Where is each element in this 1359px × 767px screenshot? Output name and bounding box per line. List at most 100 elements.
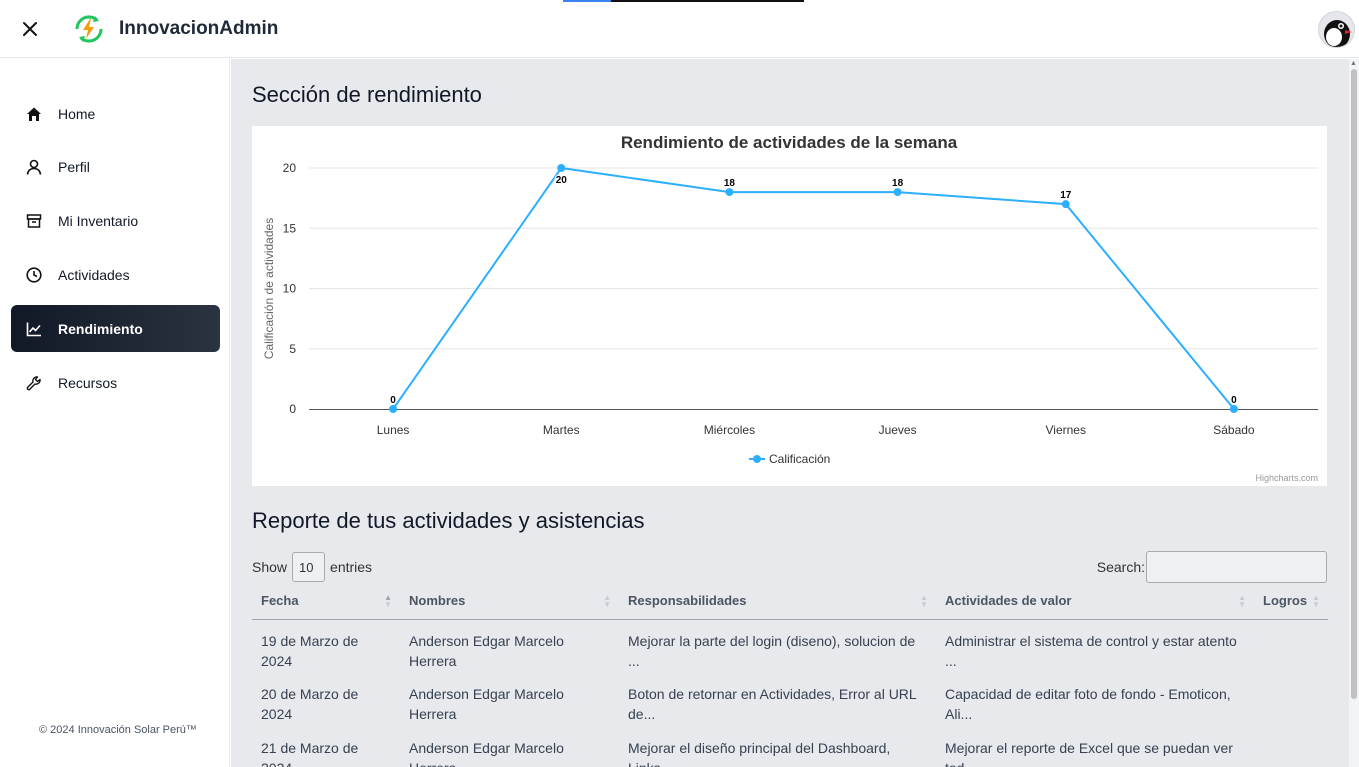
sidebar-item-mi-inventario[interactable]: Mi Inventario xyxy=(11,197,220,244)
data-label: 17 xyxy=(1060,190,1072,201)
performance-chart: Rendimiento de actividades de la semana 0… xyxy=(252,126,1327,486)
chart-legend: Calificación xyxy=(749,452,830,466)
cell-fecha: 21 de Marzo de 2024 xyxy=(261,740,359,767)
y-tick-label: 10 xyxy=(283,282,297,296)
archive-icon xyxy=(25,212,43,230)
entries-label: entries xyxy=(330,559,373,575)
chart-svg: Rendimiento de actividades de la semana 0… xyxy=(262,133,1318,483)
table-controls: Show 10 entries Search: xyxy=(252,551,1327,583)
data-label: 0 xyxy=(390,395,396,406)
scroll-up-icon[interactable]: ▲ xyxy=(1350,60,1357,67)
cell-nombres: Anderson Edgar Marcelo Herrera xyxy=(409,740,564,767)
sidebar-item-rendimiento[interactable]: Rendimiento xyxy=(11,305,220,352)
search-label: Search: xyxy=(1096,559,1145,575)
cell-actividades: Mejorar el reporte de Excel que se pueda… xyxy=(945,740,1233,767)
data-label: 0 xyxy=(1231,395,1237,406)
cell-actividades: Capacidad de editar foto de fondo - Emot… xyxy=(945,686,1231,722)
table-search: Search: xyxy=(1097,551,1327,583)
sort-icon: ▲ ▼ xyxy=(603,593,611,609)
table-header-row: Fecha ▲ ▼ Nombres ▲ ▼ Responsabilidades ▲ ▼ Ac… xyxy=(252,583,1328,620)
cell-logros xyxy=(1254,727,1328,767)
column-header-nombres[interactable]: Nombres ▲ ▼ xyxy=(400,583,619,620)
sidebar-item-perfil[interactable]: Perfil xyxy=(11,143,220,190)
cell-actividades: Administrar el sistema de control y esta… xyxy=(945,632,1237,669)
y-tick-label: 15 xyxy=(283,221,297,235)
sidebar-item-recursos[interactable]: Recursos xyxy=(11,359,220,406)
x-tick-label: Jueves xyxy=(879,423,917,437)
column-header-actividades-de-valor[interactable]: Actividades de valor ▲ ▼ xyxy=(936,583,1254,620)
data-label: 18 xyxy=(892,178,904,189)
sidebar-item-label: Rendimiento xyxy=(58,320,143,337)
cell-logros xyxy=(1254,673,1328,727)
report-section-title: Reporte de tus actividades y asistencias xyxy=(252,508,645,533)
data-label: 18 xyxy=(724,178,736,189)
table-row: 19 de Marzo de 2024 Anderson Edgar Marce… xyxy=(252,619,1328,673)
sort-icon: ▲ ▼ xyxy=(384,593,392,609)
data-point xyxy=(557,164,566,172)
sidebar: Home Perfil Mi Inventario Actividades Re… xyxy=(0,59,230,767)
cell-responsabilidades: Boton de retornar en Actividades, Error … xyxy=(628,686,917,722)
sidebar-item-label: Recursos xyxy=(58,374,118,391)
cell-logros xyxy=(1254,619,1328,673)
x-tick-label: Sábado xyxy=(1213,423,1255,437)
sidebar-item-label: Perfil xyxy=(58,158,90,175)
x-tick-label: Lunes xyxy=(377,423,410,437)
legend-item-calificacion: Calificación xyxy=(769,452,830,466)
solar-bolt-logo xyxy=(71,11,107,47)
chart-title: Rendimiento de actividades de la semana xyxy=(621,133,958,152)
data-point xyxy=(1229,405,1238,413)
x-tick-label: Martes xyxy=(543,423,580,437)
cell-nombres: Anderson Edgar Marcelo Herrera xyxy=(409,632,564,669)
data-point xyxy=(1061,200,1070,209)
sort-icon: ▲ ▼ xyxy=(920,593,928,609)
close-icon[interactable] xyxy=(18,17,42,41)
page-scrollbar[interactable]: ▲ xyxy=(1349,59,1359,767)
column-header-responsabilidades[interactable]: Responsabilidades ▲ ▼ xyxy=(619,583,936,620)
sidebar-item-home[interactable]: Home xyxy=(11,90,220,137)
cell-responsabilidades: Mejorar el diseño principal del Dashboar… xyxy=(628,740,891,767)
sort-icon: ▲ ▼ xyxy=(1238,593,1246,609)
wrench-icon xyxy=(25,374,43,392)
cell-nombres: Anderson Edgar Marcelo Herrera xyxy=(409,686,564,722)
home-icon xyxy=(25,105,43,123)
performance-section-title: Sección de rendimiento xyxy=(252,82,482,107)
data-point xyxy=(893,188,902,197)
cell-responsabilidades: Mejorar la parte del login (diseno), sol… xyxy=(628,632,916,669)
data-point xyxy=(389,405,398,413)
column-header-fecha[interactable]: Fecha ▲ ▼ xyxy=(252,583,400,620)
y-tick-label: 0 xyxy=(289,402,296,416)
scrollbar-thumb[interactable] xyxy=(1351,69,1357,699)
cell-fecha: 20 de Marzo de 2024 xyxy=(261,686,359,722)
entries-length-control: Show 10 entries xyxy=(252,551,372,583)
y-axis-label: Calificación de actividades xyxy=(262,218,276,359)
clock-icon xyxy=(25,266,43,284)
penguin-avatar[interactable] xyxy=(1318,11,1355,48)
chart-line-icon xyxy=(25,320,43,338)
sidebar-item-actividades[interactable]: Actividades xyxy=(11,251,220,298)
table-row: 20 de Marzo de 2024 Anderson Edgar Marce… xyxy=(252,673,1328,727)
chart-credits: Highcharts.com xyxy=(1255,473,1318,483)
sidebar-item-label: Home xyxy=(58,105,96,122)
sidebar-item-label: Actividades xyxy=(58,266,130,283)
data-label: 20 xyxy=(556,175,568,186)
user-icon xyxy=(25,158,43,176)
cell-fecha: 19 de Marzo de 2024 xyxy=(261,632,359,669)
top-bar: InnovacionAdmin xyxy=(0,0,1359,58)
app-brand: InnovacionAdmin xyxy=(119,18,279,39)
data-point xyxy=(725,188,734,197)
show-label: Show xyxy=(252,559,288,575)
table-row: 21 de Marzo de 2024 Anderson Edgar Marce… xyxy=(252,727,1328,767)
x-tick-label: Viernes xyxy=(1046,423,1086,437)
y-tick-label: 20 xyxy=(283,161,297,175)
search-input[interactable] xyxy=(1146,551,1327,583)
column-header-logros[interactable]: Logros ▲ ▼ xyxy=(1254,583,1328,620)
x-tick-label: Miércoles xyxy=(704,423,755,437)
legend-marker-icon xyxy=(753,455,761,463)
sidebar-footer: © 2024 Innovación Solar Perú™ xyxy=(39,724,197,736)
sidebar-item-label: Mi Inventario xyxy=(58,212,139,229)
entries-select-value: 10 xyxy=(299,559,314,575)
sort-icon: ▲ ▼ xyxy=(1312,593,1320,609)
y-tick-label: 5 xyxy=(289,342,296,356)
entries-select[interactable]: 10 xyxy=(292,552,326,582)
activities-table: Fecha ▲ ▼ Nombres ▲ ▼ Responsabilidades ▲ ▼ Ac… xyxy=(252,583,1328,767)
